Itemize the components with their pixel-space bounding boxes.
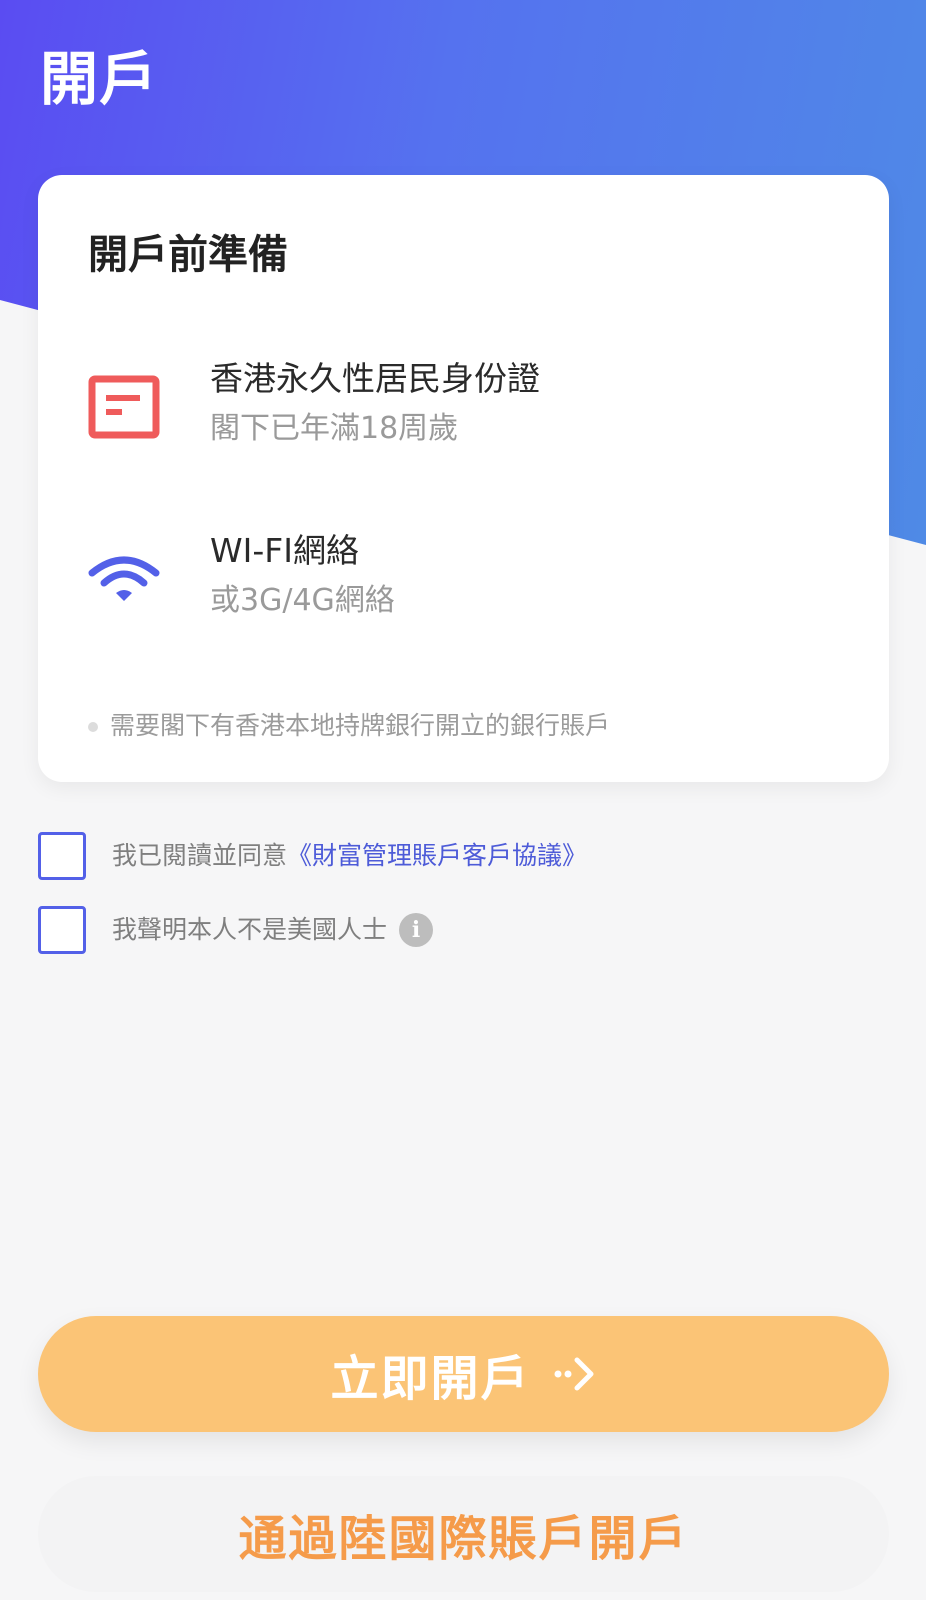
preparation-card: 開戶前準備 香港永久性居民身份證 閣下已年滿18周歲 WI-FI網絡 或3G/4…: [38, 175, 889, 782]
international-account-label: 通過陸國際賬戶開戶: [238, 1511, 689, 1567]
card-title: 開戶前準備: [88, 232, 288, 278]
requirement-subtitle: 閣下已年滿18周歲: [210, 411, 459, 446]
us-person-row: 我聲明本人不是美國人士 i: [38, 905, 434, 955]
requirement-subtitle: 或3G/4G網絡: [210, 583, 395, 618]
id-card-icon: [88, 375, 160, 439]
international-account-button[interactable]: 通過陸國際賬戶開戶: [38, 1476, 889, 1592]
page-title: 開戶: [40, 45, 159, 113]
wifi-icon: [88, 556, 160, 601]
bank-account-note: 需要閣下有香港本地持牌銀行開立的銀行賬戶: [88, 708, 610, 744]
not-us-person-label: 我聲明本人不是美國人士: [112, 915, 388, 944]
agree-terms-label: 我已閱讀並同意《財富管理賬戶客戶協議》: [112, 838, 587, 874]
agreement-row: 我已閱讀並同意《財富管理賬戶客戶協議》: [38, 831, 587, 881]
requirement-id-card: 香港永久性居民身份證 閣下已年滿18周歲: [38, 355, 889, 475]
info-icon[interactable]: i: [399, 913, 434, 947]
bullet-dot-icon: [88, 722, 98, 732]
not-us-person-checkbox[interactable]: [38, 906, 86, 954]
agree-prefix: 我已閱讀並同意: [112, 841, 288, 870]
requirement-title: 香港永久性居民身份證: [210, 359, 540, 398]
note-text: 需要閣下有香港本地持牌銀行開立的銀行賬戶: [110, 711, 611, 740]
client-agreement-link[interactable]: 《財富管理賬戶客戶協議》: [287, 841, 587, 870]
requirement-network: WI-FI網絡 或3G/4G網絡: [38, 527, 889, 647]
requirement-title: WI-FI網絡: [210, 531, 359, 570]
arrow-right-icon: [554, 1357, 593, 1391]
agree-terms-checkbox[interactable]: [38, 832, 86, 880]
open-account-now-button[interactable]: 立即開戶: [38, 1316, 889, 1432]
open-account-now-label: 立即開戶: [330, 1351, 531, 1407]
